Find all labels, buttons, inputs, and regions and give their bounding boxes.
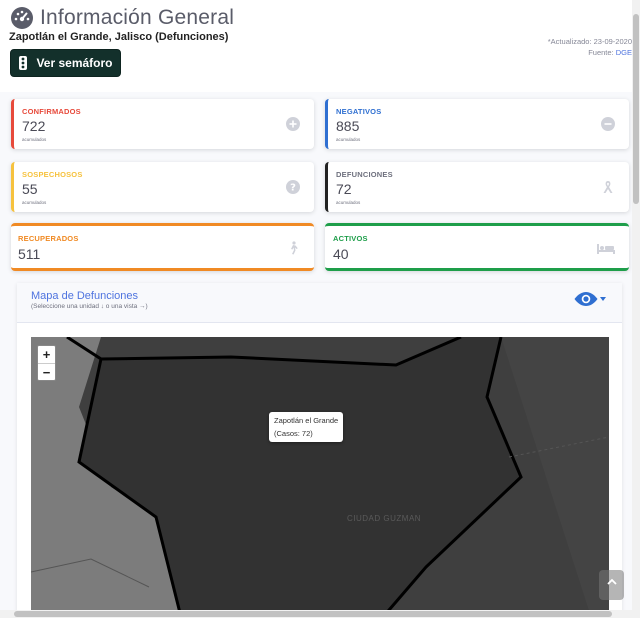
chevron-up-icon	[606, 578, 617, 585]
card-value: 72	[336, 181, 352, 197]
page-header: Información General Zapotlán el Grande, …	[0, 0, 632, 92]
location-subtitle: Zapotlán el Grande, Jalisco (Defunciones…	[9, 31, 229, 43]
map-hint: (Seleccione una unidad ↓ o una vista →)	[31, 303, 148, 310]
svg-text:?: ?	[290, 183, 296, 194]
map-view[interactable]: + − Zapotlán el Grande (Casos: 72) CIUDA…	[31, 337, 609, 610]
card-value: 40	[333, 246, 349, 262]
vertical-scrollbar[interactable]	[632, 0, 640, 618]
zoom-in-button[interactable]: +	[38, 346, 55, 363]
source-label: Fuente:	[588, 48, 616, 57]
ver-semaforo-button[interactable]: Ver semáforo	[10, 49, 121, 77]
horizontal-scrollbar[interactable]	[0, 610, 632, 618]
question-circle-icon: ?	[286, 180, 300, 194]
scroll-to-top-button[interactable]	[599, 570, 624, 600]
map-panel: Mapa de Defunciones (Seleccione una unid…	[17, 283, 622, 610]
card-label: DEFUNCIONES	[336, 170, 393, 179]
dashboard-page: Información General Zapotlán el Grande, …	[0, 0, 632, 610]
card-defunciones: DEFUNCIONES 72 acumulados	[325, 162, 629, 212]
ribbon-icon	[603, 181, 613, 193]
card-label: ACTIVOS	[333, 234, 368, 243]
plus-circle-icon	[286, 117, 300, 131]
caret-down-icon	[600, 297, 606, 301]
card-sub: acumulados	[336, 137, 361, 142]
card-activos: ACTIVOS 40	[325, 223, 629, 271]
map-tooltip: Zapotlán el Grande (Casos: 72)	[269, 412, 344, 442]
zoom-out-button[interactable]: −	[38, 363, 55, 380]
horizontal-scrollbar-thumb[interactable]	[14, 611, 612, 617]
card-value: 722	[22, 118, 46, 134]
card-recuperados: RECUPERADOS 511	[11, 223, 314, 271]
card-confirmados: CONFIRMADOS 722 acumulados	[11, 99, 314, 149]
card-label: NEGATIVOS	[336, 107, 382, 116]
card-value: 511	[18, 246, 41, 262]
card-value: 55	[22, 181, 38, 197]
map-panel-header: Mapa de Defunciones (Seleccione una unid…	[17, 283, 622, 323]
city-label: CIUDAD GUZMAN	[347, 514, 422, 523]
card-negativos: NEGATIVOS 885 acumulados	[325, 99, 629, 149]
card-value: 885	[336, 118, 360, 134]
card-sub: acumulados	[22, 137, 47, 142]
traffic-light-icon	[19, 56, 28, 70]
page-title-text: Información General	[40, 6, 235, 29]
card-label: SOSPECHOSOS	[22, 170, 83, 179]
vertical-scrollbar-thumb[interactable]	[633, 14, 639, 204]
card-sub: acumulados	[22, 200, 47, 205]
card-sospechosos: SOSPECHOSOS 55 acumulados ?	[11, 162, 314, 212]
map-geometry	[31, 337, 609, 610]
tooltip-cases: (Casos: 72)	[274, 429, 313, 438]
zoom-control: + −	[37, 345, 56, 381]
card-label: RECUPERADOS	[18, 234, 79, 243]
source-link[interactable]: DGE	[616, 48, 632, 57]
tachometer-icon	[11, 7, 33, 29]
source-line: Fuente: DGE	[548, 47, 632, 58]
page-title: Información General	[10, 6, 234, 30]
update-info: *Actualizado: 23-09-2020 Fuente: DGE	[548, 36, 632, 58]
eye-icon	[574, 292, 598, 306]
tooltip-name: Zapotlán el Grande	[274, 416, 339, 425]
card-label: CONFIRMADOS	[22, 107, 81, 116]
updated-date: *Actualizado: 23-09-2020	[547, 37, 632, 46]
bed-icon	[597, 244, 615, 254]
map-title: Mapa de Defunciones	[31, 290, 139, 302]
view-dropdown-button[interactable]	[574, 291, 606, 307]
ver-semaforo-label: Ver semáforo	[36, 56, 113, 70]
card-sub: acumulados	[336, 200, 361, 205]
minus-circle-icon	[601, 117, 615, 131]
walking-icon	[291, 241, 298, 255]
